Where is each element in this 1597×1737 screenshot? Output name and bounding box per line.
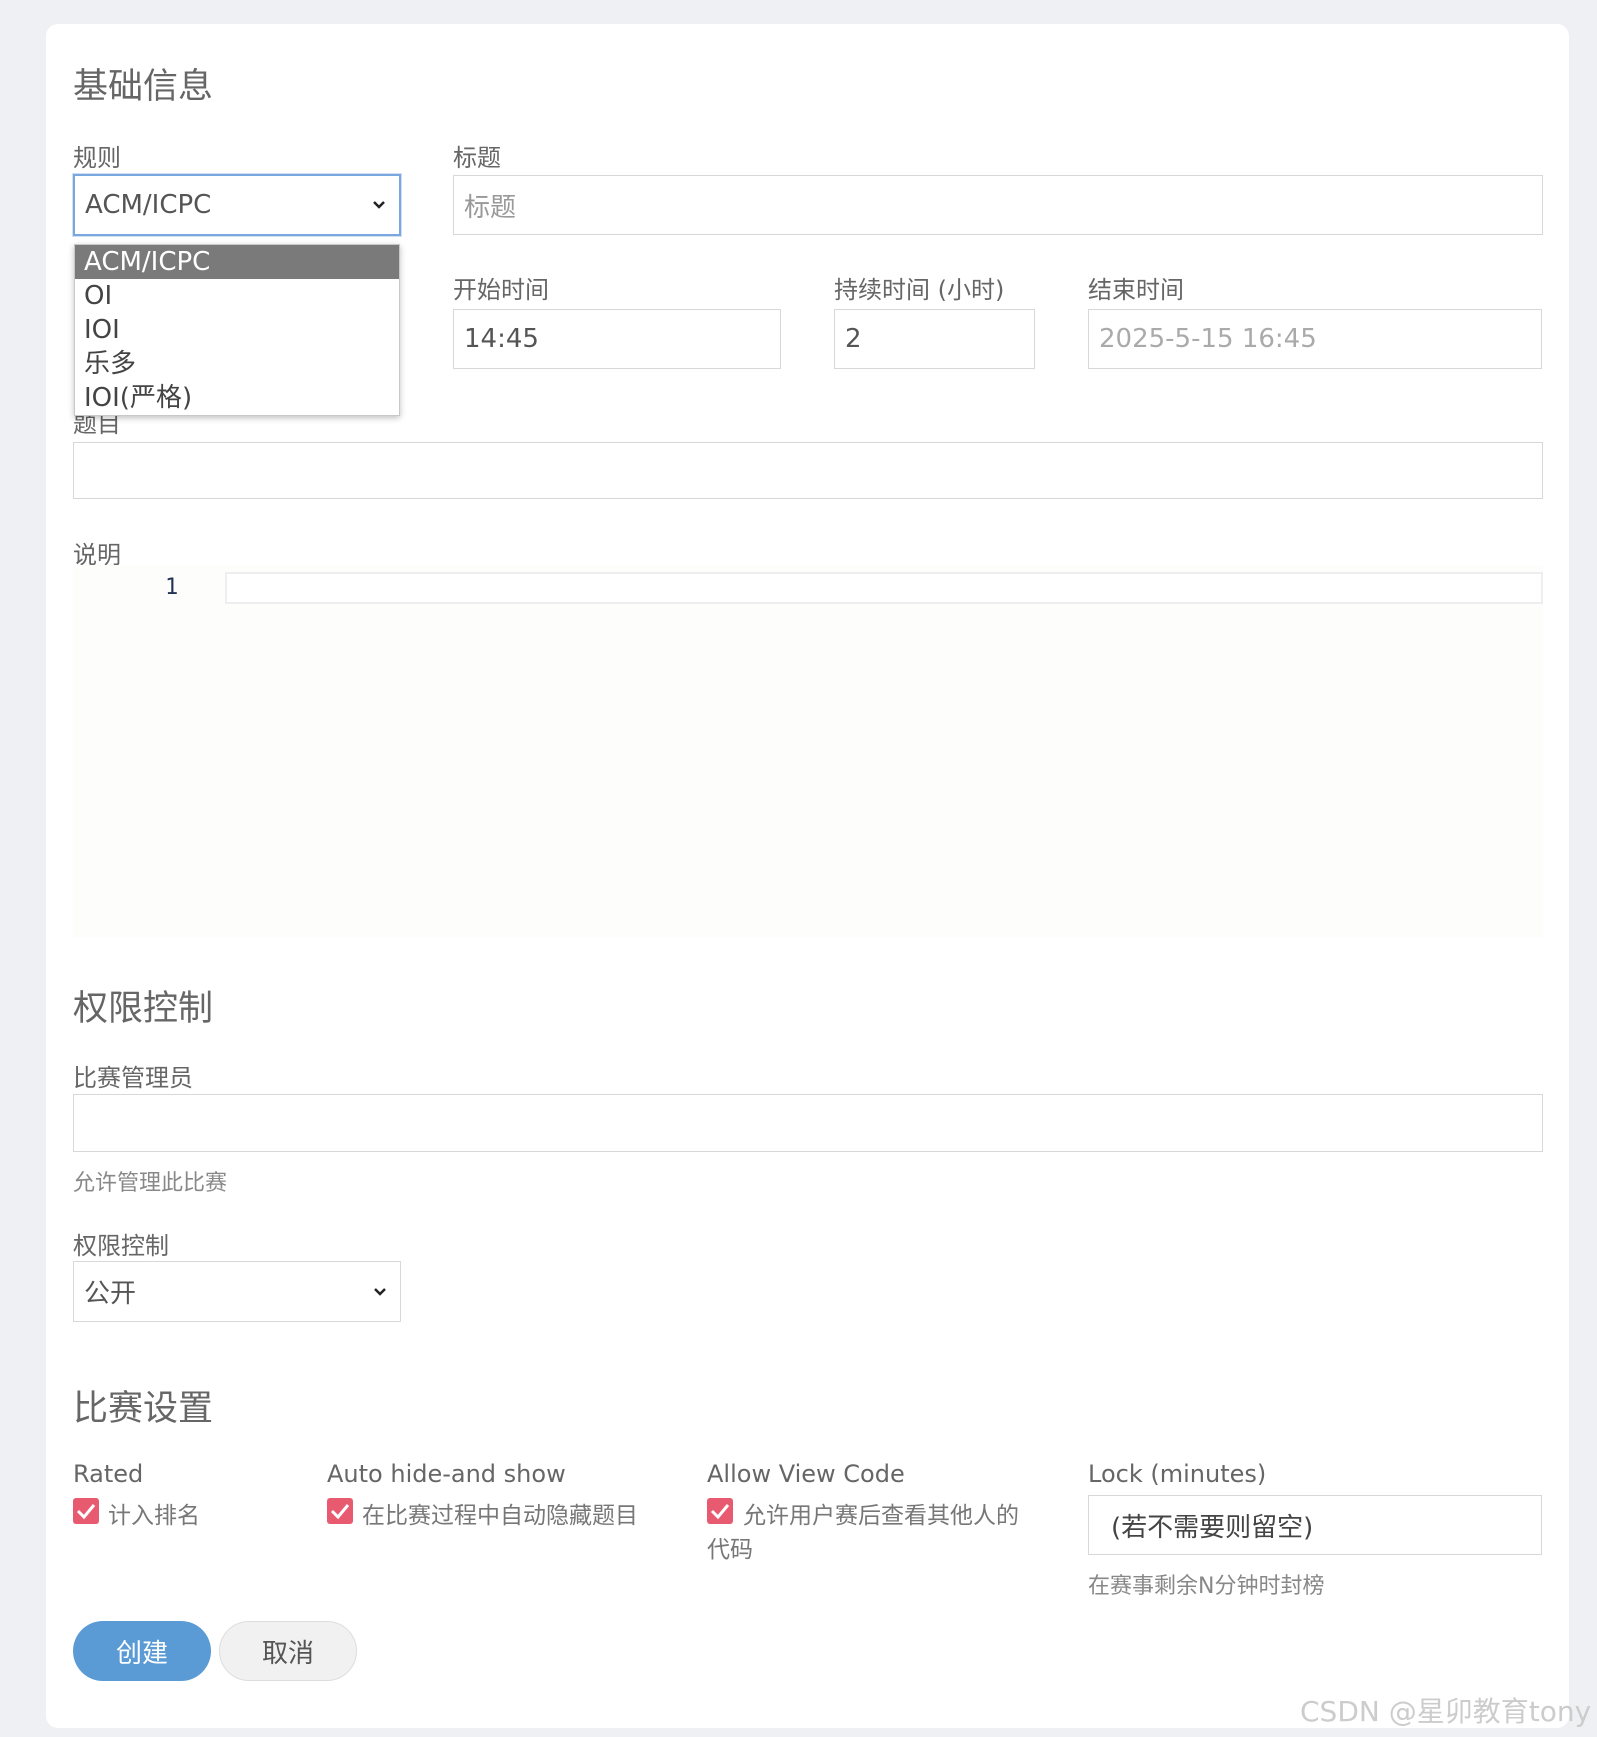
allowview-text: 允许用户赛后查看其他人的: [743, 1503, 1019, 1529]
check-icon: [76, 1504, 96, 1520]
rule-option-ioi[interactable]: IOI: [75, 313, 399, 347]
title-input[interactable]: 标题: [453, 175, 1543, 235]
access-label: 权限控制: [73, 1232, 169, 1260]
rated-checkbox[interactable]: [73, 1498, 99, 1524]
check-icon: [710, 1504, 730, 1520]
check-icon: [330, 1504, 350, 1520]
duration-value: 2: [845, 324, 862, 354]
rule-label: 规则: [73, 144, 121, 172]
access-select[interactable]: 公开: [73, 1261, 401, 1322]
start-time-input[interactable]: 14:45: [453, 309, 781, 369]
rated-text: 计入排名: [108, 1503, 200, 1529]
autohide-text: 在比赛过程中自动隐藏题目: [362, 1503, 638, 1529]
lock-hint: 在赛事剩余N分钟时封榜: [1088, 1574, 1325, 1599]
autohide-checkbox[interactable]: [327, 1498, 353, 1524]
rule-option-leduo[interactable]: 乐多: [75, 347, 399, 381]
admins-input[interactable]: [73, 1094, 1543, 1152]
chevron-down-icon: [374, 1287, 386, 1296]
chevron-down-icon: [373, 201, 385, 209]
access-select-value: 公开: [84, 1279, 137, 1309]
create-button[interactable]: 创建: [73, 1621, 211, 1681]
rule-select[interactable]: ACM/ICPC: [73, 174, 401, 236]
permission-title: 权限控制: [73, 989, 214, 1029]
title-input-placeholder: 标题: [464, 192, 517, 223]
end-time-placeholder: 2025-5-15 16:45: [1099, 324, 1317, 354]
duration-label: 持续时间 (小时): [834, 276, 1005, 304]
lock-input[interactable]: (若不需要则留空): [1088, 1495, 1542, 1555]
start-time-value: 14:45: [464, 324, 539, 354]
admins-label: 比赛管理员: [73, 1064, 193, 1092]
title-label: 标题: [453, 144, 501, 172]
problems-input[interactable]: [73, 442, 1543, 499]
lock-placeholder: (若不需要则留空): [1111, 1512, 1314, 1543]
rule-dropdown-list[interactable]: ACM/ICPC OI IOI 乐多 IOI(严格): [74, 244, 400, 416]
editor-line-number: 1: [165, 575, 179, 600]
allowview-checkbox[interactable]: [707, 1498, 733, 1524]
cancel-button[interactable]: 取消: [219, 1621, 357, 1681]
duration-input[interactable]: 2: [834, 309, 1035, 369]
allowview-label: Allow View Code: [707, 1460, 905, 1488]
end-time-label: 结束时间: [1088, 276, 1184, 304]
rule-select-value: ACM/ICPC: [85, 190, 212, 220]
autohide-label: Auto hide-and show: [327, 1460, 566, 1488]
rated-label: Rated: [73, 1460, 144, 1488]
settings-title: 比赛设置: [73, 1389, 214, 1429]
rule-option-oi[interactable]: OI: [75, 279, 399, 313]
admins-hint: 允许管理此比赛: [73, 1171, 228, 1196]
rule-option-acm[interactable]: ACM/ICPC: [75, 245, 399, 279]
end-time-input[interactable]: 2025-5-15 16:45: [1088, 309, 1542, 369]
basic-info-title: 基础信息: [73, 67, 214, 107]
description-editor[interactable]: [73, 565, 1543, 937]
watermark: CSDN @星卯教育tony: [1300, 1695, 1592, 1728]
start-time-label: 开始时间: [453, 276, 549, 304]
editor-active-line[interactable]: [225, 572, 1543, 604]
rule-option-ioi-strict[interactable]: IOI(严格): [75, 381, 399, 415]
allowview-text-cont: 代码: [707, 1537, 753, 1563]
lock-label: Lock (minutes): [1088, 1460, 1267, 1488]
